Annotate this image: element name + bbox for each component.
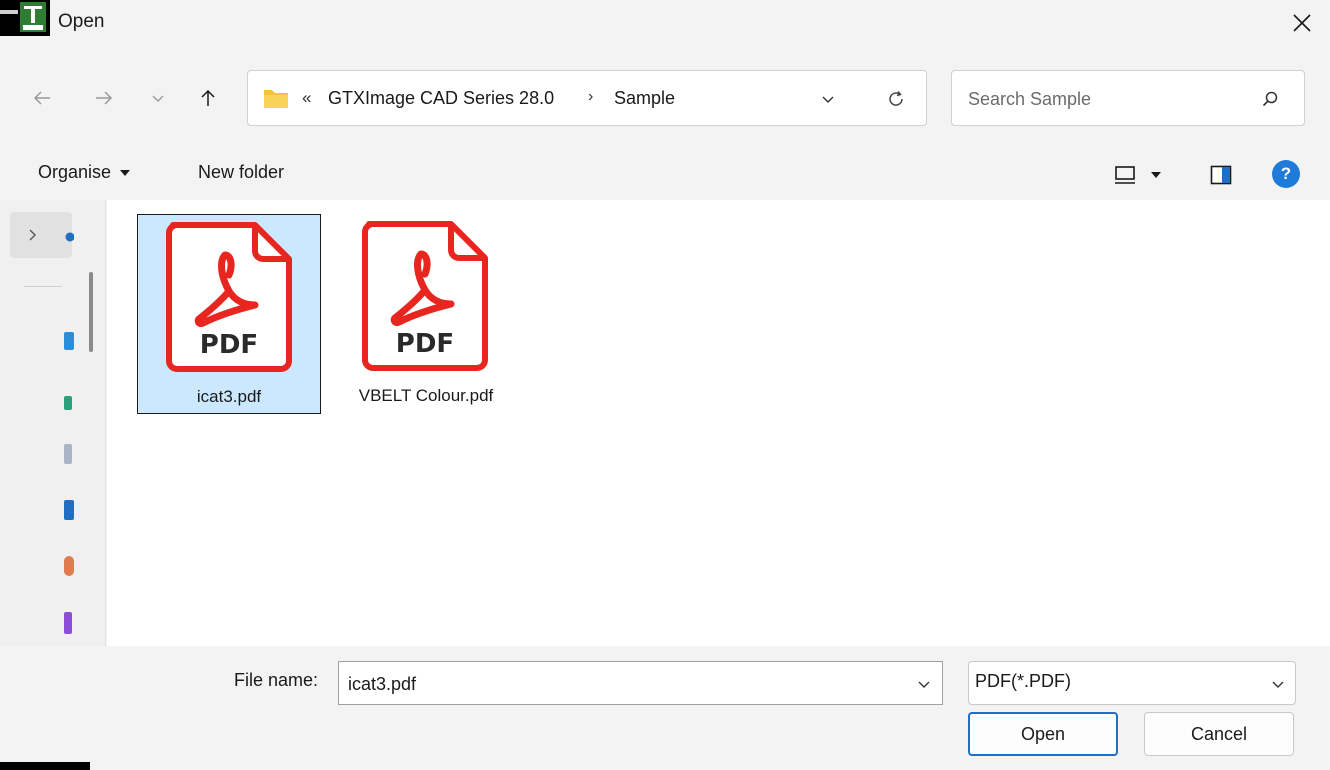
sidebar-scrollbar[interactable] [89,272,93,352]
breadcrumb-separator[interactable]: › [588,88,593,106]
file-name-input[interactable] [346,671,890,697]
organise-label: Organise [38,162,112,182]
up-button[interactable] [192,82,224,114]
open-file-dialog: Open « GTXImage CAD Series 28.0 › Sample… [0,0,1330,770]
chevron-down-icon [1272,681,1284,688]
cad-app-icon [0,0,50,36]
file-name-dropdown[interactable] [915,675,933,693]
file-name-label: File name: [234,670,319,690]
navigation-pane[interactable] [0,200,106,646]
preview-pane-icon [1210,165,1232,185]
file-name-combobox[interactable] [338,661,943,705]
breadcrumb-overflow[interactable]: « [302,88,311,108]
change-view-button[interactable] [1114,162,1178,188]
chevron-down-icon [822,96,834,103]
organise-menu-button[interactable]: Organise [38,162,131,183]
pdf-file-icon: PDF [359,220,491,372]
arrow-up-icon [201,89,215,106]
window-title: Open [58,11,105,32]
videos-icon[interactable] [64,612,72,634]
search-icon[interactable] [1258,87,1282,111]
new-folder-button[interactable]: New folder [198,162,284,183]
view-icon [1115,166,1135,184]
taskbar-fragment [0,762,90,770]
caret-down-icon [1151,172,1161,178]
file-type-dropdown[interactable] [1269,675,1287,693]
breadcrumb-sample[interactable]: Sample [614,88,675,109]
folder-icon [263,87,289,109]
pdf-label: PDF [396,329,454,359]
chevron-right-icon [29,229,36,241]
back-button[interactable] [26,82,58,114]
file-item-vbelt-colour[interactable]: PDF VBELT Colour.pdf [334,214,518,414]
file-item-icat3[interactable]: PDF icat3.pdf [137,214,321,414]
chevron-down-icon [918,681,930,688]
refresh-button[interactable] [882,85,910,113]
dialog-footer: File name: PDF(*.PDF) Open Cancel [0,646,1330,770]
breadcrumb-gtximage[interactable]: GTXImage CAD Series 28.0 [328,88,554,109]
file-list[interactable]: PDF icat3.pdf PDF VBELT Colour.pdf [107,200,1330,646]
cloud-icon [65,232,74,242]
recent-locations-button[interactable] [142,82,174,114]
address-bar[interactable]: « GTXImage CAD Series 28.0 › Sample [247,70,927,126]
open-button[interactable]: Open [968,712,1118,756]
search-input[interactable] [966,85,1250,113]
close-button[interactable] [1278,4,1326,42]
search-box[interactable] [951,70,1305,126]
file-name: icat3.pdf [196,387,262,406]
file-type-value: PDF(*.PDF) [975,671,1071,691]
help-button[interactable]: ? [1272,160,1300,188]
sidebar-divider [24,286,62,287]
forward-button[interactable] [88,82,120,114]
music-icon[interactable] [64,556,74,576]
downloads-icon[interactable] [64,396,72,410]
chevron-down-icon [152,95,164,102]
file-type-select[interactable]: PDF(*.PDF) [968,661,1296,705]
pdf-file-icon: PDF [163,221,295,373]
desktop-icon[interactable] [64,332,74,350]
file-name: VBELT Colour.pdf [358,386,494,405]
close-icon [1293,14,1311,32]
preview-pane-button[interactable] [1208,162,1234,188]
address-history-dropdown[interactable] [816,87,840,111]
caret-down-icon [120,169,131,176]
refresh-icon [889,91,903,106]
pictures-icon[interactable] [64,500,74,520]
cancel-button[interactable]: Cancel [1144,712,1294,756]
arrow-right-icon [96,91,113,105]
sidebar-item-quick-access[interactable] [10,212,74,258]
title-bar: Open [0,0,1330,50]
documents-icon[interactable] [64,444,72,464]
pdf-label: PDF [200,330,258,360]
arrow-left-icon [33,91,50,105]
